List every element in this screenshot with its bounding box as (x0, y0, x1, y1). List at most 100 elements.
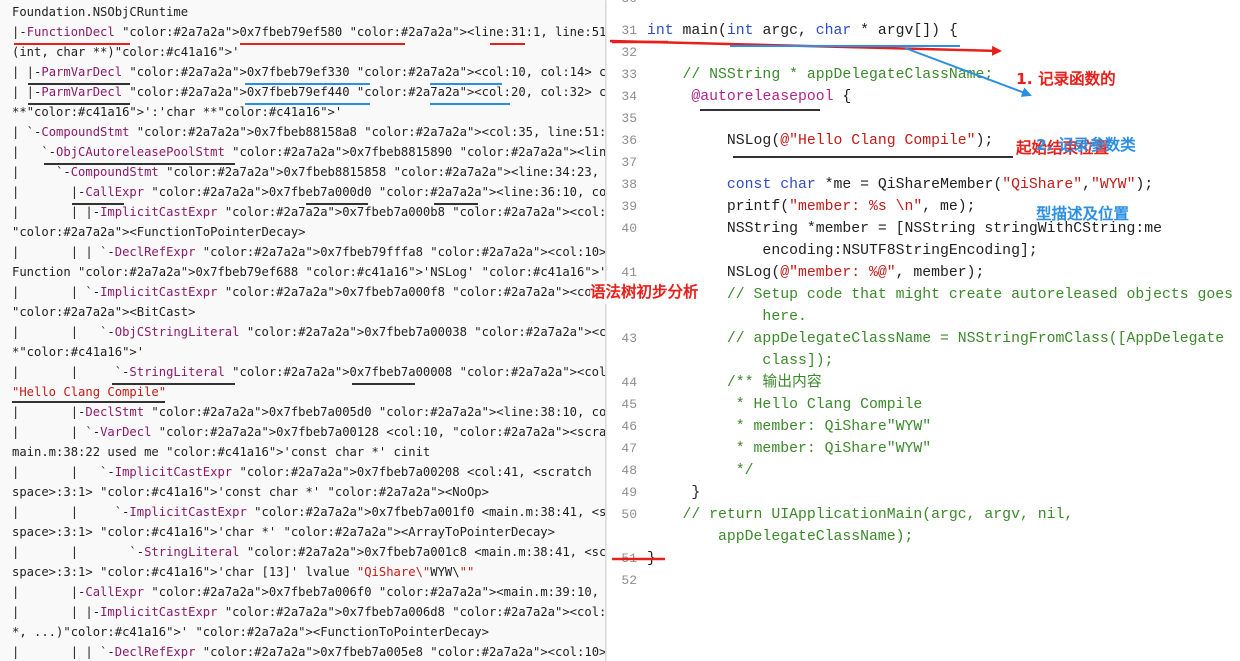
editor-line: 50 // return UIApplicationMain(argc, arg… (607, 504, 1240, 526)
editor-line: 34 @autoreleasepool { (607, 86, 1240, 108)
ast-line: | `-ObjCAutoreleasePoolStmt "color:#2a7a… (12, 145, 606, 159)
ast-line: space>:3:1> "color:#c41a16">'const char … (12, 485, 489, 499)
ast-line: | `-CompoundStmt "color:#2a7a2a">0x7fbeb… (12, 165, 600, 179)
editor-line: 48 */ (607, 460, 1240, 482)
line-number: 47 (621, 441, 637, 456)
line-number: 32 (621, 45, 637, 60)
ast-dump-panel: Foundation.NSObjCRuntime |-FunctionDecl "… (0, 0, 606, 661)
code-text: * Hello Clang Compile (647, 397, 923, 413)
ast-line: | |-DeclStmt "color:#2a7a2a">0x7fbeb7a00… (12, 405, 606, 419)
line-number: 36 (621, 133, 637, 148)
code-text: // appDelegateClassName = NSStringFromCl… (647, 331, 1225, 347)
ast-line: |-FunctionDecl "color:#2a7a2a">0x7fbeb79… (12, 25, 606, 39)
annotation-param-desc: 2. 记录参数类 型描述及位置 (1036, 88, 1136, 249)
editor-line: 31 int main(int argc, char * argv[]) { (607, 20, 1240, 42)
code-text: // Setup code that might create autorele… (647, 287, 1234, 303)
ast-line: | `-CompoundStmt "color:#2a7a2a">0x7fbeb… (12, 125, 606, 139)
editor-line: 39 printf("member: %s \n", me); (607, 196, 1240, 218)
code-text: * member: QiShare"WYW" (647, 419, 932, 435)
line-number: 52 (621, 573, 637, 588)
editor-line: 32 (607, 42, 1240, 64)
editor-line: 41 NSLog(@"member: %@", member); (607, 262, 1240, 284)
line-number: 35 (621, 111, 637, 126)
editor-line: 52 (607, 570, 1240, 592)
editor-line: class]); (607, 350, 1240, 372)
ast-line: | | `-StringLiteral "color:#2a7a2a">0x7f… (12, 545, 606, 559)
ast-line: space>:3:1> "color:#c41a16">'char *' "co… (12, 525, 555, 539)
ast-line: *"color:#c41a16">' (12, 345, 145, 359)
editor-line: 36 NSLog(@"Hello Clang Compile"); (607, 130, 1240, 152)
ast-line: | | |-ImplicitCastExpr "color:#2a7a2a">0… (12, 605, 606, 619)
line-number: 44 (621, 375, 637, 390)
editor-line: 43 // appDelegateClassName = NSStringFro… (607, 328, 1240, 350)
editor-line: 44 /** 输出内容 (607, 372, 1240, 394)
code-text: class]); (647, 353, 834, 369)
editor-line: 38 const char *me = QiShareMember("QiSha… (607, 174, 1240, 196)
ast-line: **"color:#c41a16">':'char **"color:#c41a… (12, 105, 343, 119)
ast-line: | | `-ImplicitCastExpr "color:#2a7a2a">0… (12, 505, 606, 519)
code-editor-panel: 30 31 int main(int argc, char * argv[]) {… (607, 0, 1240, 661)
line-number: 31 (621, 23, 637, 38)
annotation-text: 2. 记录参数类 (1036, 136, 1136, 154)
code-text: } (647, 485, 701, 501)
ast-line: | | `-ObjCStringLiteral "color:#2a7a2a">… (12, 325, 606, 339)
line-number: 49 (621, 485, 637, 500)
ast-line: | |-ParmVarDecl "color:#2a7a2a">0x7fbeb7… (12, 85, 606, 99)
ast-line: | | |-ImplicitCastExpr "color:#2a7a2a">0… (12, 205, 606, 219)
line-number: 33 (621, 67, 637, 82)
editor-line: here. (607, 306, 1240, 328)
ast-line: | | | `-DeclRefExpr "color:#2a7a2a">0x7f… (12, 645, 606, 659)
editor-line: 42 // Setup code that might create autor… (607, 284, 1240, 306)
annotation-text: 型描述及位置 (1036, 205, 1130, 223)
code-text: appDelegateClassName); (647, 529, 914, 545)
code-text: NSLog(@"Hello Clang Compile"); (647, 133, 994, 149)
ast-line: | |-CallExpr "color:#2a7a2a">0x7fbeb7a00… (12, 185, 606, 199)
editor-line: encoding:NSUTF8StringEncoding]; (607, 240, 1240, 262)
line-number: 48 (621, 463, 637, 478)
code-text: } (647, 551, 656, 567)
line-number: 37 (621, 155, 637, 170)
editor-line: 46 * member: QiShare"WYW" (607, 416, 1240, 438)
code-text: printf("member: %s \n", me); (647, 199, 976, 215)
code-text: encoding:NSUTF8StringEncoding]; (647, 243, 1038, 259)
ast-line: | |-ParmVarDecl "color:#2a7a2a">0x7fbeb7… (12, 65, 606, 79)
code-text: */ (647, 463, 754, 479)
line-number: 40 (621, 221, 637, 236)
ast-line: "color:#2a7a2a"><FunctionToPointerDecay> (12, 225, 306, 239)
line-number: 38 (621, 177, 637, 192)
ast-line: | | `-StringLiteral "color:#2a7a2a">0x7f… (12, 365, 606, 379)
ast-line: "Hello Clang Compile" (12, 385, 167, 399)
ast-line: main.m:38:22 used me "color:#c41a16">'co… (12, 445, 431, 459)
ast-line: (int, char **)"color:#c41a16">' (12, 45, 240, 59)
ast-line: | | `-VarDecl "color:#2a7a2a">0x7fbeb7a0… (12, 425, 606, 439)
line-number: 45 (621, 397, 637, 412)
editor-line: 49 } (607, 482, 1240, 504)
editor-line: 51} (607, 548, 1240, 570)
annotation-syntax-tree: 语法树初步分析 (590, 281, 699, 304)
code-text: // return UIApplicationMain(argc, argv, … (647, 507, 1074, 523)
ast-line: | | `-ImplicitCastExpr "color:#2a7a2a">0… (12, 465, 592, 479)
line-number: 30 (607, 0, 637, 10)
editor-line: 35 (607, 108, 1240, 130)
line-number: 50 (621, 507, 637, 522)
editor-line-partial: 30 (607, 0, 1240, 10)
editor-line: 33 // NSString * appDelegateClassName; (607, 64, 1240, 86)
line-number: 43 (621, 331, 637, 346)
code-text: * member: QiShare"WYW" (647, 441, 932, 457)
ast-line: Foundation.NSObjCRuntime (12, 5, 189, 19)
editor-line: 40 NSString *member = [NSString stringWi… (607, 218, 1240, 240)
ast-line: "color:#2a7a2a"><BitCast> (12, 305, 196, 319)
editor-line: appDelegateClassName); (607, 526, 1240, 548)
code-text: /** 输出内容 (647, 375, 822, 391)
ast-line: space>:3:1> "color:#c41a16">'char [13]' … (12, 565, 475, 579)
editor-line: 45 * Hello Clang Compile (607, 394, 1240, 416)
ast-line: | | | `-DeclRefExpr "color:#2a7a2a">0x7f… (12, 245, 606, 259)
ast-line: | |-CallExpr "color:#2a7a2a">0x7fbeb7a00… (12, 585, 600, 599)
ast-line: | | `-ImplicitCastExpr "color:#2a7a2a">0… (12, 285, 605, 299)
ast-line: *, ...)"color:#c41a16">' "color:#2a7a2a"… (12, 625, 489, 639)
line-number: 46 (621, 419, 637, 434)
code-text: // NSString * appDelegateClassName; (647, 67, 994, 83)
line-number: 39 (621, 199, 637, 214)
editor-line: 47 * member: QiShare"WYW" (607, 438, 1240, 460)
line-number: 34 (621, 89, 637, 104)
